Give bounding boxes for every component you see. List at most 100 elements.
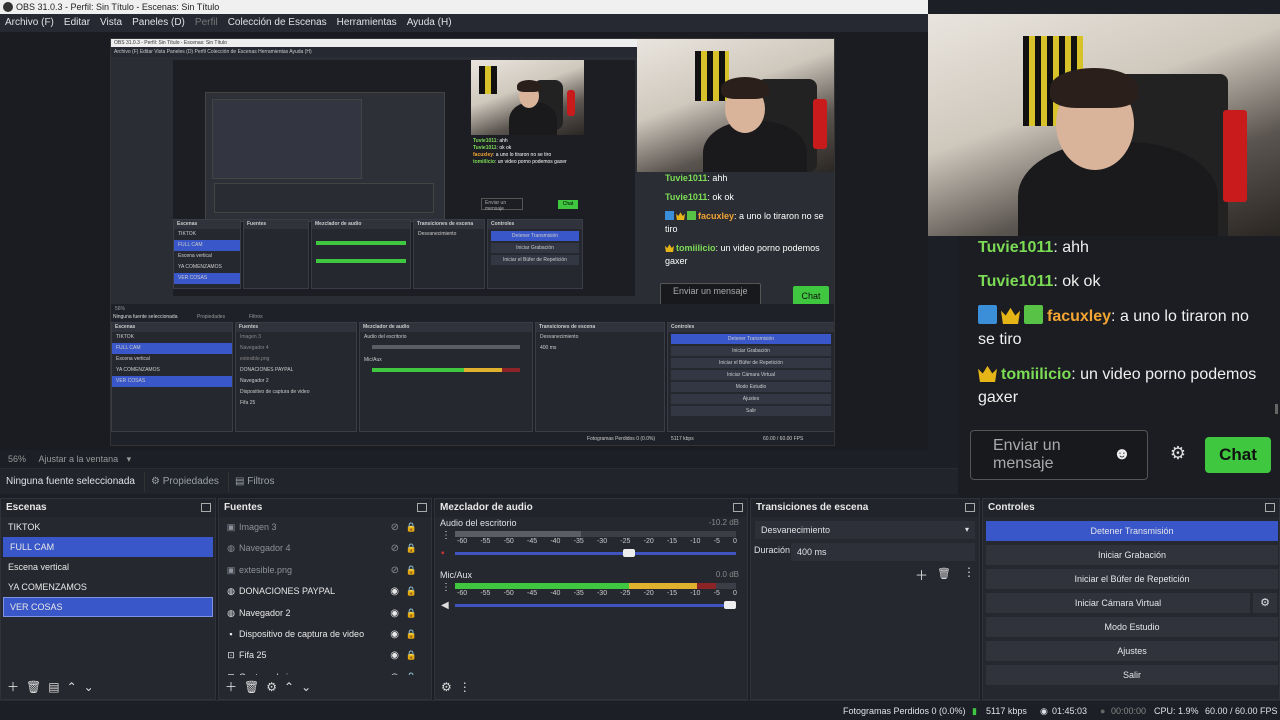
mixer-settings-icon[interactable]: ⚙ <box>441 680 452 694</box>
transitions-dock-header: Transiciones de escena <box>751 499 979 517</box>
source-item[interactable]: ▪ Dispositivo de captura de video ◉ 🔒 <box>219 624 431 645</box>
menu-archivo[interactable]: Archivo (F) <box>5 14 54 32</box>
dock-float-icon[interactable] <box>201 503 211 512</box>
menu-ayuda[interactable]: Ayuda (H) <box>407 14 452 32</box>
lock-icon[interactable]: 🔒 <box>406 517 417 538</box>
dock-float-icon[interactable] <box>965 503 975 512</box>
kebab-menu-icon[interactable]: ⋮ <box>459 680 471 694</box>
nested-obs-2 <box>205 92 445 222</box>
scale-tick: -60 <box>457 538 468 545</box>
trash-icon[interactable]: 🗑 <box>26 680 41 694</box>
start-replay-buffer-button[interactable]: Iniciar el Búfer de Repetición <box>986 569 1278 589</box>
arrow-down-icon[interactable]: ⌄ <box>84 680 94 694</box>
eye-off-icon[interactable]: ⊘ <box>391 517 399 538</box>
source-item[interactable]: ⊡Captura de juego◉🔒 <box>219 667 431 675</box>
kebab-menu-icon[interactable]: ⋮ <box>441 582 451 593</box>
record-time: 00:00:00 <box>1111 706 1147 716</box>
add-icon[interactable]: ＋ <box>915 565 928 584</box>
trash-icon[interactable]: 🗑 <box>937 567 951 580</box>
dock-float-icon[interactable] <box>1265 503 1275 512</box>
scale-tick: -60 <box>457 590 468 597</box>
source-item[interactable]: ◍ DONACIONES PAYPAL ◉ 🔒 <box>219 581 431 602</box>
chat-send-button[interactable]: Chat <box>1205 437 1271 473</box>
settings-button[interactable]: Ajustes <box>986 641 1278 661</box>
lock-icon[interactable]: 🔒 <box>406 581 417 602</box>
lock-icon[interactable]: 🔒 <box>406 538 417 559</box>
kebab-menu-icon[interactable]: ⋮ <box>441 530 451 541</box>
eye-icon[interactable]: ◉ <box>390 581 399 602</box>
scene-item[interactable]: TIKTOK <box>1 517 215 537</box>
source-item[interactable]: ▣ extesible.png ⊘ 🔒 <box>219 560 431 581</box>
menu-herramientas[interactable]: Herramientas <box>337 14 397 32</box>
chat-scrollbar[interactable] <box>1275 404 1278 414</box>
preview-chat: Tuvie1011: ahh Tuvie1011: ok ok facuxley… <box>665 173 824 266</box>
scale-tick: -15 <box>666 538 678 545</box>
chevron-down-icon[interactable]: ▾ <box>127 454 132 464</box>
properties-button[interactable]: ⚙ Propiedades <box>144 472 225 492</box>
stream-preview[interactable]: OBS 31.0.3 - Perfil: Sin Título - Escena… <box>110 38 835 446</box>
filter-icon[interactable]: ▤ <box>48 680 59 694</box>
exit-button[interactable]: Salir <box>986 665 1278 685</box>
lock-icon[interactable]: 🔒 <box>406 624 417 645</box>
menu-editar[interactable]: Editar <box>64 14 90 32</box>
kebab-menu-icon[interactable]: ⋮ <box>963 565 975 579</box>
source-item[interactable]: ⊡ Fifa 25 ◉ 🔒 <box>219 645 431 666</box>
start-recording-button[interactable]: Iniciar Grabación <box>986 545 1278 565</box>
duration-label: Duración <box>754 545 791 555</box>
emoji-icon[interactable]: ☻ <box>1112 444 1132 464</box>
lock-icon[interactable]: 🔒 <box>406 645 417 666</box>
gear-icon[interactable]: ⚙ <box>1168 443 1188 463</box>
scene-item[interactable]: Escena vertical <box>1 557 215 577</box>
eye-icon[interactable]: ◉ <box>390 667 399 675</box>
gear-icon[interactable]: ⚙ <box>266 680 277 694</box>
sources-list[interactable]: ▣ Imagen 3 ⊘ 🔒 ◍ Navegador 4 ⊘ 🔒 ▣ extesible.png ⊘… <box>219 517 431 675</box>
eye-icon[interactable]: ◉ <box>390 603 399 624</box>
dock-float-icon[interactable] <box>417 503 427 512</box>
source-label: Navegador 4 <box>239 543 291 554</box>
eye-icon[interactable]: ◉ <box>390 645 399 666</box>
stop-streaming-button[interactable]: Detener Transmisión <box>986 521 1278 541</box>
arrow-up-icon[interactable]: ⌃ <box>67 680 77 694</box>
scene-item[interactable]: VER COSAS <box>3 597 213 617</box>
scale-tick: -50 <box>503 590 514 597</box>
dock-float-icon[interactable] <box>733 503 743 512</box>
mixer-toolbar: ⚙ ⋮ <box>435 675 747 699</box>
duration-spinbox[interactable]: 400 ms <box>791 543 975 561</box>
studio-mode-button[interactable]: Modo Estudio <box>986 617 1278 637</box>
zoom-mode-dropdown[interactable]: Ajustar a la ventana <box>39 454 119 464</box>
scene-item[interactable]: FULL CAM <box>3 537 213 557</box>
add-icon[interactable]: ＋ <box>225 680 237 694</box>
lock-icon[interactable]: 🔒 <box>406 560 417 581</box>
eye-icon[interactable]: ◉ <box>390 624 399 645</box>
eye-off-icon[interactable]: ⊘ <box>391 538 399 559</box>
filters-button[interactable]: ▤ Filtros <box>228 472 280 492</box>
meter-green <box>455 531 582 537</box>
speaker-icon[interactable]: ◀ <box>441 600 449 611</box>
gear-icon[interactable]: ⚙ <box>1253 593 1277 613</box>
transition-select[interactable]: Desvanecimiento ▾ <box>755 521 975 539</box>
source-item[interactable]: ◍ Navegador 2 ◉ 🔒 <box>219 603 431 624</box>
source-label: Dispositivo de captura de video <box>239 628 365 639</box>
eye-off-icon[interactable]: ⊘ <box>391 560 399 581</box>
scene-item[interactable]: YA COMENZAMOS <box>1 577 215 597</box>
lock-icon[interactable]: 🔒 <box>406 667 417 675</box>
arrow-down-icon[interactable]: ⌄ <box>301 680 311 694</box>
volume-slider-handle[interactable] <box>623 549 636 557</box>
lock-icon[interactable]: 🔒 <box>406 603 417 624</box>
trash-icon[interactable]: 🗑 <box>244 680 259 694</box>
start-virtual-camera-button[interactable]: Iniciar Cámara Virtual <box>986 593 1250 613</box>
add-icon[interactable]: ＋ <box>7 680 19 694</box>
muted-speaker-icon[interactable]: ▪ <box>441 548 445 559</box>
menu-paneles[interactable]: Paneles (D) <box>132 14 185 32</box>
volume-slider[interactable] <box>455 549 736 557</box>
source-item[interactable]: ◍ Navegador 4 ⊘ 🔒 <box>219 538 431 559</box>
menu-vista[interactable]: Vista <box>100 14 122 32</box>
volume-slider-handle[interactable] <box>724 601 737 609</box>
menu-perfil[interactable]: Perfil <box>195 14 218 32</box>
arrow-up-icon[interactable]: ⌃ <box>284 680 294 694</box>
mixer-dock-header: Mezclador de audio <box>435 499 747 517</box>
source-item[interactable]: ▣ Imagen 3 ⊘ 🔒 <box>219 517 431 538</box>
scenes-dock: Escenas TIKTOK FULL CAM Escena vertical … <box>0 498 216 700</box>
menu-coleccion-escenas[interactable]: Colección de Escenas <box>228 14 327 32</box>
volume-slider[interactable] <box>455 601 737 609</box>
